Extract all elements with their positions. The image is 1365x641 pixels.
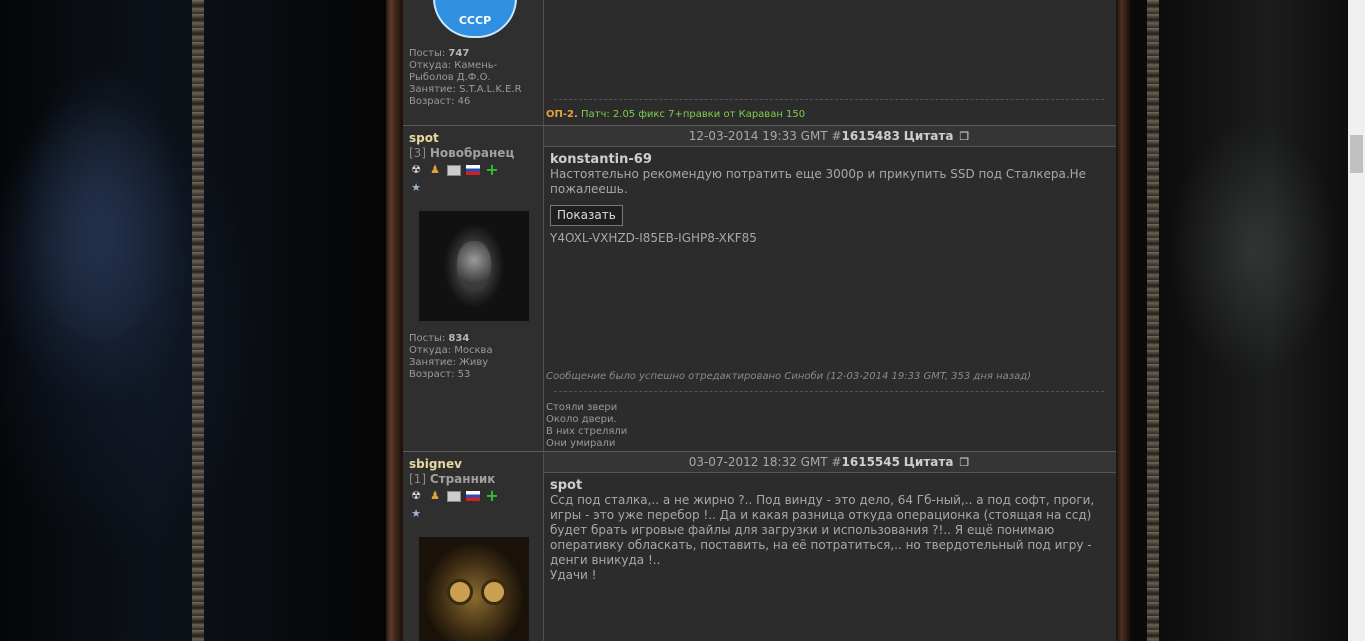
post-2-user-panel: sbignev [1] Странник ☢ ♟ + ★ xyxy=(403,452,544,641)
radiation-icon: ☢ xyxy=(411,489,421,502)
russia-flag-icon xyxy=(466,163,480,177)
user-icons: ☢ ♟ + xyxy=(409,488,499,504)
quote-link[interactable]: Цитата xyxy=(904,455,954,469)
scrollbar[interactable] xyxy=(1348,0,1365,641)
card-icon xyxy=(447,489,461,503)
avatar xyxy=(419,211,529,321)
frame-right xyxy=(1116,0,1130,641)
post-text-line: оперативку обласкать, поставить, на её п… xyxy=(550,538,1092,552)
radiation-icon: ☢ xyxy=(411,163,421,176)
post-number[interactable]: 1615545 xyxy=(842,455,900,469)
frame-left xyxy=(386,0,403,641)
post-body: spot Ссд под сталка,.. а не жирно ?.. По… xyxy=(550,478,1095,583)
quote-icon[interactable]: ❐ xyxy=(957,130,971,144)
post-text-line: Ссд под сталка,.. а не жирно ?.. Под вин… xyxy=(550,493,1095,507)
user-rank: [1] Странник xyxy=(409,472,496,486)
background-right-stalker xyxy=(1128,0,1365,641)
signature-line: Они умирали xyxy=(546,438,616,449)
barbed-wire-left xyxy=(192,0,204,641)
signature-divider xyxy=(554,99,1104,100)
signature-prefix: ОП-2. xyxy=(546,109,578,120)
post-text-line: будет брать игровые файлы для загрузки и… xyxy=(550,523,1055,537)
quote-icon[interactable]: ❐ xyxy=(957,456,971,470)
hooded-figure xyxy=(20,60,180,340)
gasmask-figure xyxy=(1168,120,1338,380)
show-button[interactable]: Показать xyxy=(550,205,623,226)
quote-link[interactable]: Цитата xyxy=(904,129,954,143)
person-icon: ♟ xyxy=(430,489,440,502)
forum-posts: СССР Посты: 747 Откуда: Камень-Рыболов Д… xyxy=(403,0,1116,641)
avatar-face xyxy=(457,241,491,289)
user-icons-row2: ★ xyxy=(409,181,423,195)
signature-line: Стояли звери xyxy=(546,402,618,413)
signature: ОП-2. Патч: 2.05 фикс 7+правки от Карава… xyxy=(546,109,805,120)
post-text: Настоятельно рекомендую потратить еще 30… xyxy=(550,167,1087,196)
post-text-line: Удачи ! xyxy=(550,568,597,582)
signature-divider xyxy=(554,391,1104,392)
barbed-wire-right xyxy=(1147,0,1159,641)
post-1-content: 12-03-2014 19:33 GMT #1615483 Цитата ❐ k… xyxy=(544,126,1116,451)
post-header: 12-03-2014 19:33 GMT #1615483 Цитата ❐ xyxy=(544,126,1116,147)
gasmask-eye-left xyxy=(447,579,473,605)
post-text-line: денги вникуда !.. xyxy=(550,553,661,567)
ussr-emblem-avatar: СССР xyxy=(433,0,517,38)
username[interactable]: spot xyxy=(409,131,439,145)
signature-text: Патч: 2.05 фикс 7+правки от Караван 150 xyxy=(580,109,806,120)
post-1-user-panel: spot [3] Новобранец ☢ ♟ + ★ Посты: 834 О… xyxy=(403,126,544,451)
post-number[interactable]: 1615483 xyxy=(842,129,900,143)
plus-icon[interactable]: + xyxy=(485,488,499,504)
post-body: konstantin-69 Настоятельно рекомендую по… xyxy=(550,152,1095,246)
gasmask-eye-right xyxy=(481,579,507,605)
edit-notice: Сообщение было успешно отредактировано С… xyxy=(546,371,1032,382)
star-badge-icon: ★ xyxy=(411,507,421,520)
emblem-text: СССР xyxy=(458,14,492,27)
avatar xyxy=(419,537,529,641)
user-rank: [3] Новобранец xyxy=(409,146,515,160)
card-icon xyxy=(447,163,461,177)
post-0-content: ОП-2. Патч: 2.05 фикс 7+правки от Карава… xyxy=(544,0,1116,125)
signature-line: Около двери. xyxy=(546,414,617,425)
signature-line: В них стреляли xyxy=(546,426,628,437)
user-icons: ☢ ♟ + xyxy=(409,162,499,178)
signature: Стояли звери Около двери. В них стреляли… xyxy=(546,402,627,450)
plus-icon[interactable]: + xyxy=(485,162,499,178)
user-stats: Посты: 747 Откуда: Камень-Рыболов Д.Ф.О.… xyxy=(409,48,522,107)
quote-author: spot xyxy=(550,478,583,493)
post-0-user-panel: СССР Посты: 747 Откуда: Камень-Рыболов Д… xyxy=(403,0,544,125)
russia-flag-icon xyxy=(466,489,480,503)
quote-author: konstantin-69 xyxy=(550,152,652,167)
post-text-line: игры - это уже перебор !.. Да и какая ра… xyxy=(550,508,1092,522)
post-2-content: 03-07-2012 18:32 GMT #1615545 Цитата ❐ s… xyxy=(544,452,1116,641)
scrollbar-thumb[interactable] xyxy=(1350,135,1363,173)
person-icon: ♟ xyxy=(430,163,440,176)
hidden-text: Y4OXL-VXHZD-I85EB-IGHP8-XKF85 xyxy=(550,231,757,245)
star-badge-icon: ★ xyxy=(411,181,421,194)
post-date: 03-07-2012 18:32 GMT # xyxy=(688,455,842,469)
post-date: 12-03-2014 19:33 GMT # xyxy=(688,129,842,143)
user-icons-row2: ★ xyxy=(409,507,423,521)
user-stats: Посты: 834 Откуда: Москва Занятие: Живу … xyxy=(409,333,493,380)
username[interactable]: sbignev xyxy=(409,457,462,471)
frame-right-edge xyxy=(1130,0,1134,641)
post-header: 03-07-2012 18:32 GMT #1615545 Цитата ❐ xyxy=(544,452,1116,473)
